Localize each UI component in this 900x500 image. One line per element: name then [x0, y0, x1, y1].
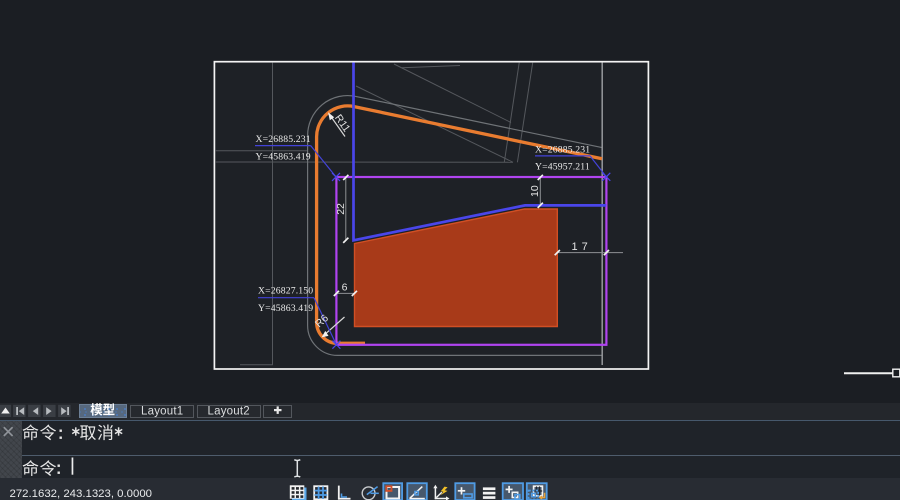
svg-text:272.1632, 243.1323, 0.0000: 272.1632, 243.1323, 0.0000	[10, 488, 153, 500]
